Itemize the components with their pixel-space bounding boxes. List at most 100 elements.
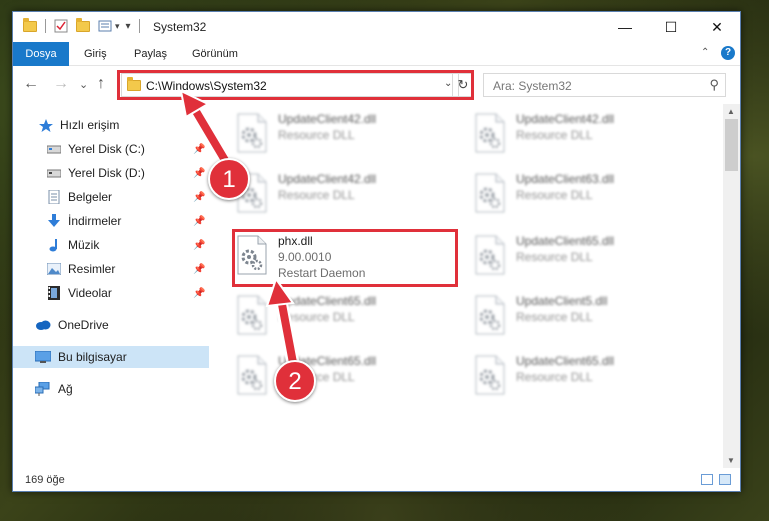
drive-icon [47, 143, 61, 156]
vertical-scrollbar[interactable]: ▲ ▼ [723, 104, 740, 468]
search-icon[interactable]: ⚲ [709, 77, 719, 93]
dll-file-icon [475, 113, 505, 153]
properties-icon[interactable] [54, 19, 68, 33]
ribbon-tabs: Dosya Giriş Paylaş Görünüm ⌃ ? [13, 42, 740, 66]
file-description: Resource DLL [278, 188, 355, 202]
file-name: UpdateClient65.dll [278, 294, 377, 308]
nav-item-quick-access[interactable]: Hızlı erişim [13, 114, 209, 136]
callout-badge-1: 1 [208, 158, 250, 200]
file-description: Resource DLL [516, 188, 593, 202]
pin-icon[interactable]: 📌 [193, 288, 205, 299]
separator [45, 19, 46, 33]
tab-view[interactable]: Görünüm [180, 42, 250, 66]
nav-item-videos[interactable]: Videolar 📌 [13, 282, 209, 304]
explorer-window: ▾ ▾ System32 — ☐ ✕ Dosya Giriş Paylaş Gö… [12, 11, 741, 492]
file-tile[interactable]: UpdateClient65.dll Resource DLL [232, 349, 452, 407]
computer-icon [35, 350, 51, 364]
file-name: UpdateClient5.dll [516, 294, 608, 308]
file-name: UpdateClient65.dll [516, 354, 615, 368]
nav-item-this-pc[interactable]: Bu bilgisayar [13, 346, 209, 368]
qa-customize-chevron-icon[interactable]: ▾ [126, 21, 131, 32]
status-bar: 169 öğe [13, 468, 740, 491]
nav-item-label: Hızlı erişim [60, 118, 120, 132]
tab-file[interactable]: Dosya [13, 42, 69, 66]
file-name: UpdateClient65.dll [516, 234, 615, 248]
file-tile[interactable]: UpdateClient65.dll Resource DLL [232, 289, 452, 347]
nav-item-label: İndirmeler [68, 214, 122, 228]
file-description: Resource DLL [516, 370, 593, 384]
dll-file-icon [475, 355, 505, 395]
nav-item-local-disk-d[interactable]: Yerel Disk (D:) 📌 [13, 162, 209, 184]
file-tile[interactable]: UpdateClient63.dll Resource DLL [470, 167, 690, 225]
file-tile[interactable]: UpdateClient42.dll Resource DLL [232, 167, 452, 225]
new-folder-icon[interactable] [76, 17, 90, 32]
recent-locations-button[interactable]: ⌄ [79, 78, 88, 91]
file-tile[interactable]: UpdateClient65.dll Resource DLL [470, 349, 690, 407]
window-title: System32 [153, 20, 207, 34]
file-highlight-box [232, 229, 458, 287]
drive-icon [47, 167, 61, 180]
dll-file-icon [475, 235, 505, 275]
up-button[interactable]: ↑ [97, 75, 105, 93]
dll-file-icon [237, 355, 267, 395]
dll-file-icon [237, 113, 267, 153]
nav-item-downloads[interactable]: İndirmeler 📌 [13, 210, 209, 232]
callout-badge-2: 2 [274, 360, 316, 402]
file-tile[interactable]: UpdateClient42.dll Resource DLL [232, 107, 452, 165]
pictures-icon [47, 263, 61, 276]
nav-item-label: Yerel Disk (D:) [68, 166, 145, 180]
nav-item-label: Belgeler [68, 190, 113, 204]
separator [138, 19, 140, 33]
file-tile[interactable]: UpdateClient5.dll Resource DLL [470, 289, 690, 347]
item-count: 169 öğe [25, 474, 65, 486]
customize-icon[interactable] [98, 19, 112, 33]
file-tile[interactable]: UpdateClient42.dll Resource DLL [470, 107, 690, 165]
pin-icon[interactable]: 📌 [193, 240, 205, 251]
scrollbar-thumb[interactable] [725, 119, 738, 171]
file-tile[interactable]: UpdateClient65.dll Resource DLL [470, 229, 690, 287]
file-name: UpdateClient42.dll [278, 112, 377, 126]
file-name: UpdateClient42.dll [278, 172, 377, 186]
file-description: Resource DLL [516, 310, 593, 324]
pin-icon[interactable]: 📌 [193, 144, 205, 155]
pin-icon[interactable]: 📌 [193, 168, 205, 179]
tab-share[interactable]: Paylaş [122, 42, 179, 66]
qa-dropdown-icon[interactable]: ▾ [115, 21, 120, 32]
nav-item-pictures[interactable]: Resimler 📌 [13, 258, 209, 280]
large-icons-view-icon[interactable] [719, 474, 731, 485]
scroll-up-arrow-icon[interactable]: ▲ [727, 107, 735, 116]
back-button[interactable]: ← [23, 75, 39, 93]
title-bar: ▾ ▾ System32 — ☐ ✕ [13, 12, 740, 42]
nav-item-music[interactable]: Müzik 📌 [13, 234, 209, 256]
tab-home[interactable]: Giriş [72, 42, 119, 66]
details-view-icon[interactable] [701, 474, 713, 485]
scroll-down-arrow-icon[interactable]: ▼ [727, 456, 735, 465]
nav-item-label: OneDrive [58, 318, 109, 332]
minimize-button[interactable]: — [602, 12, 648, 42]
cloud-icon [35, 319, 51, 332]
forward-button[interactable]: → [53, 75, 69, 93]
music-icon [47, 239, 61, 252]
nav-item-local-disk-c[interactable]: Yerel Disk (C:) 📌 [13, 138, 209, 160]
file-name: UpdateClient63.dll [516, 172, 615, 186]
help-icon[interactable]: ? [721, 46, 735, 60]
nav-item-label: Resimler [68, 262, 116, 276]
pin-icon[interactable]: 📌 [193, 264, 205, 275]
search-box[interactable]: Ara: System32 ⚲ [483, 73, 726, 97]
maximize-button[interactable]: ☐ [648, 12, 694, 42]
nav-item-network[interactable]: Ağ [13, 378, 209, 400]
search-input[interactable]: Ara: System32 [493, 79, 572, 93]
nav-item-onedrive[interactable]: OneDrive [13, 314, 209, 336]
dll-file-icon [475, 295, 505, 335]
file-description: Resource DLL [278, 310, 355, 324]
close-button[interactable]: ✕ [694, 12, 740, 42]
nav-item-label: Videolar [68, 286, 112, 300]
nav-item-label: Yerel Disk (C:) [68, 142, 145, 156]
folder-icon [23, 17, 37, 32]
pin-icon[interactable]: 📌 [193, 192, 205, 203]
nav-item-documents[interactable]: Belgeler 📌 [13, 186, 209, 208]
file-name: UpdateClient42.dll [516, 112, 615, 126]
collapse-ribbon-icon[interactable]: ⌃ [701, 47, 709, 58]
pin-icon[interactable]: 📌 [193, 216, 205, 227]
star-icon [39, 118, 53, 132]
